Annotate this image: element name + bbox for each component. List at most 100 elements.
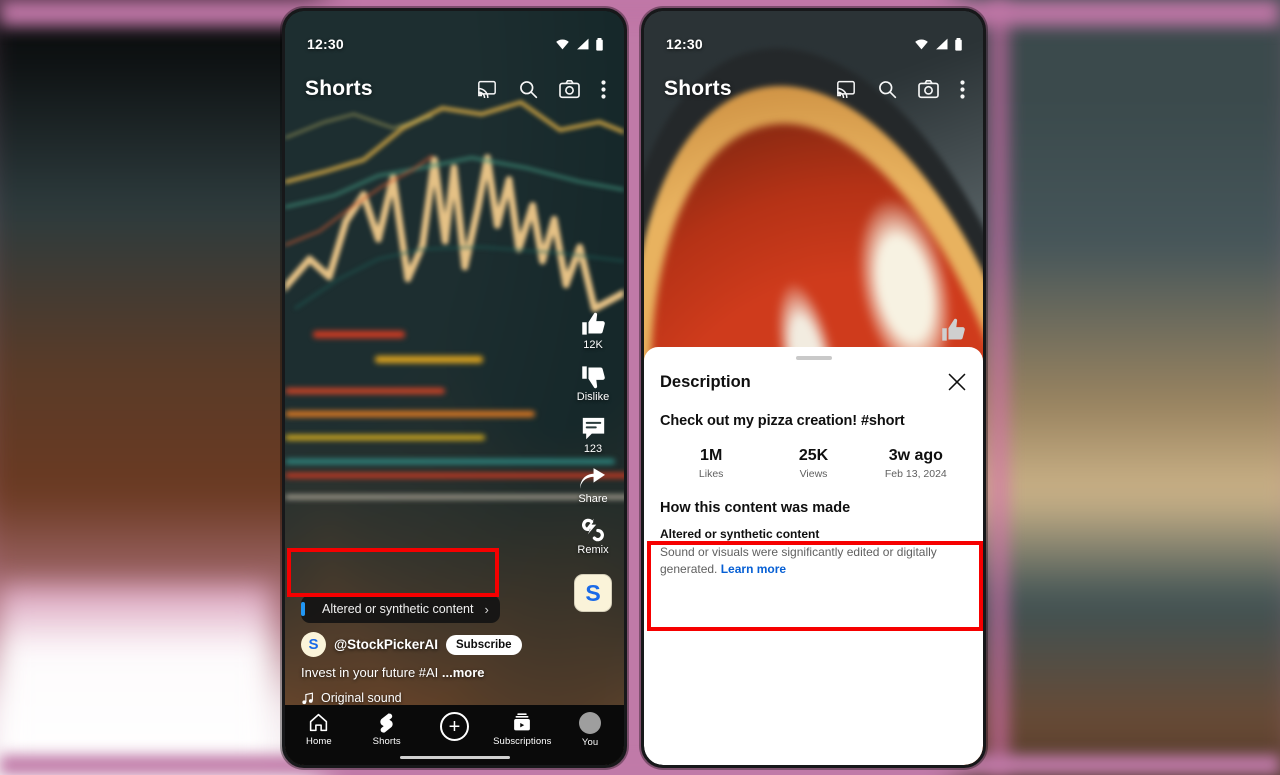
page-title: Shorts <box>305 77 373 100</box>
search-icon[interactable] <box>877 79 897 99</box>
status-bar-icons <box>555 37 604 51</box>
status-bar-clock: 12:30 <box>666 36 703 52</box>
phone-left-screen: 12:30 Shorts 12K Dislike 123 Share Remix… <box>285 11 624 765</box>
cast-icon[interactable] <box>836 80 856 98</box>
channel-row: S @StockPickerAI Subscribe <box>301 632 610 657</box>
how-made-item: Altered or synthetic content Sound or vi… <box>660 527 967 578</box>
nav-label-you: You <box>581 737 599 748</box>
remix-button[interactable]: Remix <box>577 517 609 557</box>
battery-icon <box>596 37 603 51</box>
channel-handle[interactable]: @StockPickerAI <box>334 637 438 652</box>
avatar[interactable]: S <box>301 632 326 657</box>
thumbs-down-icon[interactable] <box>580 363 607 390</box>
home-icon <box>310 713 328 732</box>
chart-bar-yellow-2 <box>285 435 485 440</box>
like-count: 12K <box>583 339 603 351</box>
shorts-icon <box>380 713 393 733</box>
stat-likes: 1M Likes <box>660 447 762 480</box>
share-icon[interactable] <box>579 467 606 492</box>
thumbs-up-icon[interactable] <box>580 311 607 338</box>
create-plus-icon: + <box>439 712 469 741</box>
nav-item-create[interactable]: + <box>421 712 489 741</box>
chart-bar-red-2 <box>285 388 445 394</box>
phone-right-screen: 12:30 Shorts Description Check out my pi… <box>644 11 983 765</box>
video-stats: 1M Likes 25K Views 3w ago Feb 13, 2024 <box>660 447 967 480</box>
battery-icon <box>955 37 962 51</box>
caption-more-link[interactable]: ...more <box>442 665 485 680</box>
close-icon[interactable] <box>947 372 967 392</box>
overflow-menu-icon[interactable] <box>960 79 965 99</box>
synthetic-chip-accent-bar <box>301 602 305 616</box>
subscribe-button[interactable]: Subscribe <box>445 634 522 655</box>
bottom-nav: Home Shorts + Subscriptions You <box>285 705 624 765</box>
how-made-body-text: Sound or visuals were significantly edit… <box>660 545 937 576</box>
cast-icon[interactable] <box>477 80 497 98</box>
status-bar: 12:30 <box>644 11 983 63</box>
blurred-backdrop <box>0 0 1280 775</box>
chevron-right-icon: › <box>484 601 489 617</box>
comments-button[interactable]: 123 <box>580 415 607 456</box>
camera-icon[interactable] <box>918 79 939 99</box>
video-description: Check out my pizza creation! #short <box>660 413 905 429</box>
music-note-icon <box>302 692 313 704</box>
learn-more-link[interactable]: Learn more <box>721 562 786 576</box>
signal-icon <box>936 38 948 50</box>
how-made-item-title: Altered or synthetic content <box>660 527 820 541</box>
backdrop-pink-stripe <box>992 0 1006 775</box>
comment-icon[interactable] <box>580 415 607 442</box>
phone-right: 12:30 Shorts Description Check out my pi… <box>641 8 986 768</box>
subscriptions-icon <box>514 713 531 731</box>
synthetic-content-chip[interactable]: Altered or synthetic content › <box>301 595 500 623</box>
how-made-item-body: Sound or visuals were significantly edit… <box>660 544 967 578</box>
synthetic-chip-label: Altered or synthetic content <box>322 602 474 616</box>
search-icon[interactable] <box>518 79 538 99</box>
stat-label: Views <box>799 468 828 480</box>
remix-label: Remix <box>577 544 609 556</box>
backdrop-top-band <box>0 0 1280 26</box>
nav-item-home[interactable]: Home <box>285 712 353 747</box>
dislike-label: Dislike <box>576 391 610 403</box>
comment-count: 123 <box>583 443 603 455</box>
stat-views: 25K Views <box>762 447 864 480</box>
status-bar: 12:30 <box>285 11 624 63</box>
signal-icon <box>577 38 589 50</box>
nav-label-home: Home <box>306 736 332 747</box>
remix-icon[interactable] <box>580 517 606 543</box>
how-made-title: How this content was made <box>660 500 851 516</box>
share-button[interactable]: Share <box>578 467 608 506</box>
like-button[interactable] <box>940 317 967 349</box>
status-bar-clock: 12:30 <box>307 36 344 52</box>
share-label: Share <box>578 493 608 505</box>
action-rail: 12K Dislike 123 Share Remix S <box>562 311 624 612</box>
nav-item-subscriptions[interactable]: Subscriptions <box>488 712 556 747</box>
camera-icon[interactable] <box>559 79 580 99</box>
backdrop-white-panel <box>0 585 270 775</box>
nav-item-you[interactable]: You <box>556 712 624 748</box>
video-caption[interactable]: Invest in your future #AI ...more <box>301 665 610 680</box>
home-indicator <box>399 755 510 759</box>
sound-label: Original sound <box>321 691 402 705</box>
sound-row[interactable]: Original sound <box>301 691 610 705</box>
stat-label: Likes <box>698 468 724 480</box>
page-title: Shorts <box>664 77 732 100</box>
overflow-menu-icon[interactable] <box>601 79 606 99</box>
account-avatar-icon <box>579 712 602 734</box>
app-bar-actions <box>836 79 965 99</box>
sheet-drag-handle[interactable] <box>795 356 832 360</box>
chart-bar-yellow-1 <box>375 356 483 363</box>
sheet-title: Description <box>660 372 751 391</box>
description-sheet: Description Check out my pizza creation!… <box>644 347 983 765</box>
wifi-icon <box>556 39 569 50</box>
chart-bar-red-1 <box>313 331 405 338</box>
stat-value: 3w ago <box>888 447 943 464</box>
phone-left: 12:30 Shorts 12K Dislike 123 Share Remix… <box>282 8 627 768</box>
status-bar-icons <box>914 37 963 51</box>
like-button[interactable]: 12K <box>580 311 607 352</box>
sheet-header: Description <box>660 372 967 392</box>
stat-published: 3w ago Feb 13, 2024 <box>865 447 967 480</box>
nav-item-shorts[interactable]: Shorts <box>353 712 421 747</box>
app-bar-actions <box>477 79 606 99</box>
dislike-button[interactable]: Dislike <box>577 363 609 404</box>
nav-label-subscriptions: Subscriptions <box>493 736 552 747</box>
wifi-icon <box>915 39 928 50</box>
